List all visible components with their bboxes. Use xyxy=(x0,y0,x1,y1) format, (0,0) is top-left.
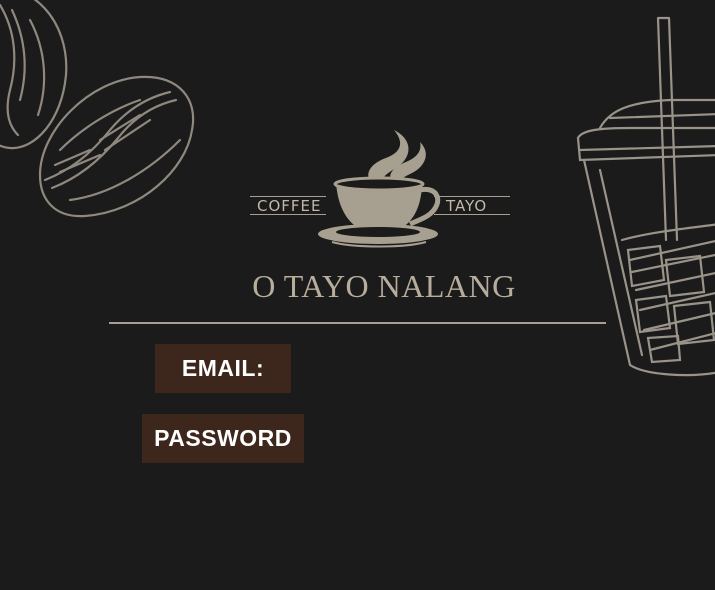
divider xyxy=(109,322,606,324)
coffee-cup-icon xyxy=(318,130,441,248)
email-button[interactable]: EMAIL: xyxy=(155,344,291,393)
password-button[interactable]: PASSWORD xyxy=(142,414,304,463)
coffee-beans-illustration xyxy=(0,0,195,218)
iced-coffee-cup-illustration xyxy=(576,16,715,377)
logo-word-tayo: TAYO xyxy=(446,197,488,215)
logo-word-coffee: COFFEE xyxy=(257,197,322,215)
page-title: O TAYO NALANG xyxy=(252,268,516,304)
